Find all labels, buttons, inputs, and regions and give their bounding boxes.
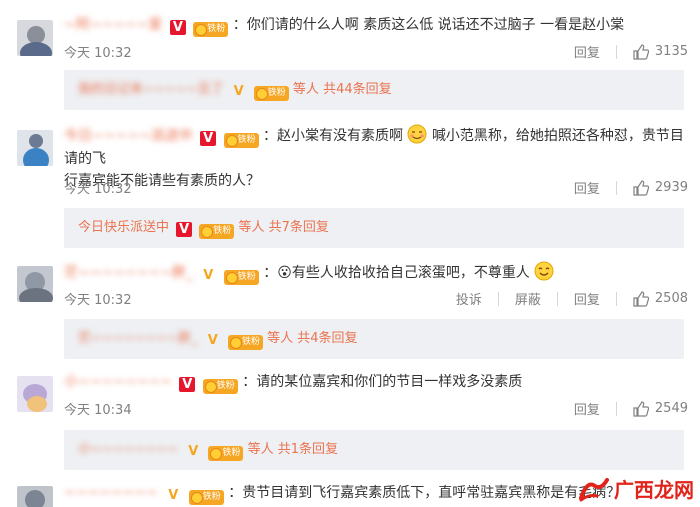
like-count: 2939	[654, 180, 688, 195]
watermark-text: 广西龙网	[614, 478, 694, 502]
fans-badge: 铁粉	[253, 86, 289, 101]
comment-username[interactable]: 小~~~~~~~~	[64, 374, 172, 390]
fans-badge: 铁粉	[227, 335, 263, 350]
reply-button[interactable]: 回复	[574, 42, 600, 61]
divider	[615, 44, 617, 59]
comment-time: 今天 10:32	[64, 182, 132, 197]
comment-time: 今天 10:34	[64, 403, 132, 418]
avatar[interactable]	[17, 486, 53, 507]
reply-thread-box[interactable]: 我的日记本~~~~~见了 V 铁粉 等人 共44条回复	[64, 70, 684, 110]
view-replies-link[interactable]: 共1条回复	[278, 442, 338, 457]
like-button[interactable]: 3135	[633, 43, 688, 60]
reply-suffix: 等人	[247, 442, 274, 457]
avatar[interactable]	[17, 376, 53, 412]
divider	[497, 291, 499, 306]
comment-text: ：请的某位嘉宾和你们的节目一样戏多没素质	[242, 374, 523, 390]
reply-button[interactable]: 回复	[574, 399, 600, 418]
block-button[interactable]: 屏蔽	[515, 289, 541, 308]
like-button[interactable]: 2939	[633, 179, 688, 196]
fans-badge: 铁粉	[223, 270, 259, 285]
view-replies-link[interactable]: 共4条回复	[297, 331, 357, 346]
emoji-icon	[407, 124, 427, 144]
reply-username[interactable]: 小~~~~~~~~	[78, 442, 178, 457]
reply-button[interactable]: 回复	[574, 289, 600, 308]
divider	[615, 291, 617, 306]
divider	[556, 291, 558, 306]
vip-badge-icon: V	[203, 268, 214, 283]
like-button[interactable]: 2549	[633, 400, 688, 417]
divider	[615, 180, 617, 195]
vip-badge-icon: V	[179, 377, 196, 392]
reply-thread-box[interactable]: 茫~~~~~~~~胖_ V 铁粉 等人 共4条回复	[64, 319, 684, 359]
fans-badge: 铁粉	[208, 446, 244, 461]
vip-badge-icon: V	[176, 222, 193, 237]
comment-text: ：赵小棠有没有素质啊	[263, 128, 404, 144]
reply-suffix: 等人	[292, 82, 319, 97]
avatar[interactable]	[17, 130, 53, 166]
comment-username[interactable]: 茫~~~~~~~~胖_	[64, 265, 193, 281]
reply-suffix: 等人	[267, 331, 294, 346]
comment-username[interactable]: ~阿~~~~~爱	[64, 17, 162, 33]
thumb-up-icon	[633, 400, 649, 417]
avatar[interactable]	[17, 20, 53, 56]
logo-icon	[579, 477, 609, 501]
divider	[615, 401, 617, 416]
thumb-up-icon	[633, 179, 649, 196]
comment-text: ：贵节目请到飞行嘉宾素质低下，直呼常驻嘉宾黑称是有毛病？	[228, 485, 621, 501]
vip-badge-icon: V	[168, 488, 179, 503]
like-button[interactable]: 2508	[633, 290, 688, 307]
reply-thread-box[interactable]: 今日快乐派送中 V 铁粉 等人 共7条回复	[64, 208, 684, 248]
reply-suffix: 等人	[238, 220, 265, 235]
avatar[interactable]	[17, 266, 53, 302]
vip-badge-icon: V	[200, 131, 217, 146]
comment-username[interactable]: 今日~~~~~派送中	[64, 128, 193, 144]
comment-time: 今天 10:32	[64, 293, 132, 308]
comment-time: 今天 10:32	[64, 46, 132, 61]
watermark: 广西龙网	[577, 474, 694, 503]
thumb-up-icon	[633, 43, 649, 60]
reply-username[interactable]: 茫~~~~~~~~胖_	[78, 331, 198, 346]
like-count: 3135	[654, 44, 688, 59]
like-count: 2508	[654, 291, 688, 306]
comment-username[interactable]: ~~~~~~~~	[64, 485, 158, 501]
report-button[interactable]: 投诉	[456, 289, 482, 308]
reply-button[interactable]: 回复	[574, 178, 600, 197]
fans-badge: 铁粉	[202, 379, 238, 394]
comment-text: ：😮有些人收拾收拾自己滚蛋吧，不尊重人	[263, 265, 530, 281]
reply-username[interactable]: 今日快乐派送中	[78, 220, 169, 235]
view-replies-link[interactable]: 共7条回复	[269, 220, 329, 235]
fans-badge: 铁粉	[199, 224, 235, 239]
vip-badge-icon: V	[207, 333, 218, 348]
fans-badge: 铁粉	[188, 490, 224, 505]
thumb-up-icon	[633, 290, 649, 307]
emoji-icon	[534, 261, 554, 281]
fans-badge: 铁粉	[193, 22, 229, 37]
vip-badge-icon: V	[233, 84, 244, 99]
view-replies-link[interactable]: 共44条回复	[323, 82, 392, 97]
vip-badge-icon: V	[169, 20, 186, 35]
reply-username[interactable]: 我的日记本~~~~~见了	[78, 82, 223, 97]
like-count: 2549	[654, 401, 688, 416]
comment-text: ：你们请的什么人啊 素质这么低 说话还不过脑子 一看是赵小棠	[232, 17, 625, 33]
vip-badge-icon: V	[188, 444, 199, 459]
reply-thread-box[interactable]: 小~~~~~~~~ V 铁粉 等人 共1条回复	[64, 430, 684, 470]
fans-badge: 铁粉	[223, 133, 259, 148]
